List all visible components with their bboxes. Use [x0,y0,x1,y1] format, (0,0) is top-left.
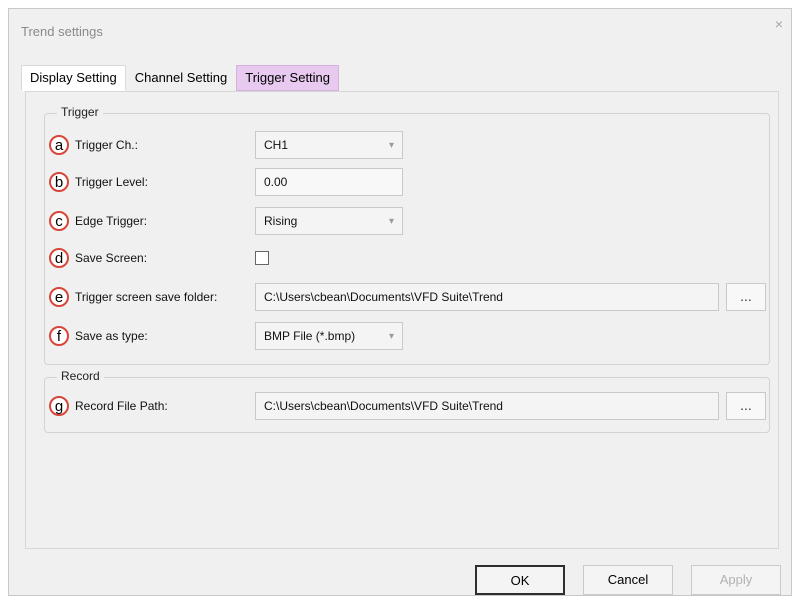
chevron-down-icon: ▾ [388,215,394,227]
trigger-level-row: b Trigger Level: [49,170,148,194]
save-as-type-row: f Save as type: [49,324,148,348]
tab-trigger-setting[interactable]: Trigger Setting [236,65,340,91]
record-path-label: Record File Path: [75,399,168,413]
trigger-level-input[interactable]: 0.00 [255,168,403,196]
trigger-folder-value: C:\Users\cbean\Documents\VFD Suite\Trend [264,290,503,304]
trigger-group-title: Trigger [57,105,103,119]
trigger-folder-label: Trigger screen save folder: [75,290,218,304]
chevron-down-icon: ▾ [388,330,394,342]
record-path-row: g Record File Path: [49,394,168,418]
cancel-button[interactable]: Cancel [583,565,673,595]
save-screen-label: Save Screen: [75,251,148,265]
trigger-ch-value: CH1 [264,138,289,152]
close-icon[interactable]: × [775,17,783,31]
record-group-title: Record [57,369,104,383]
tab-panel: Trigger a Trigger Ch.: CH1 ▾ b Trigger L… [25,91,779,549]
edge-trigger-row: c Edge Trigger: [49,209,147,233]
trigger-level-value: 0.00 [264,175,288,189]
callout-c: c [49,211,69,231]
save-as-type-dropdown[interactable]: BMP File (*.bmp) ▾ [255,322,403,350]
record-path-value: C:\Users\cbean\Documents\VFD Suite\Trend [264,399,503,413]
trigger-ch-dropdown[interactable]: CH1 ▾ [255,131,403,159]
tab-bar: Display Setting Channel Setting Trigger … [21,65,340,91]
record-path-browse-button[interactable]: ... [726,392,766,420]
dialog-title: Trend settings [21,24,103,39]
trigger-ch-row: a Trigger Ch.: [49,133,138,157]
callout-f: f [49,326,69,346]
trigger-folder-row: e Trigger screen save folder: [49,285,217,309]
save-screen-row: d Save Screen: [49,246,147,270]
tab-display-setting[interactable]: Display Setting [21,65,126,91]
trigger-ch-label: Trigger Ch.: [75,138,138,152]
save-screen-checkbox[interactable] [255,251,269,265]
ok-button[interactable]: OK [475,565,565,595]
save-as-type-value: BMP File (*.bmp) [264,329,356,343]
tab-channel-setting[interactable]: Channel Setting [126,65,237,91]
edge-trigger-label: Edge Trigger: [75,214,148,228]
record-path-input[interactable]: C:\Users\cbean\Documents\VFD Suite\Trend [255,392,719,420]
trigger-level-label: Trigger Level: [75,175,148,189]
trigger-group: Trigger [44,105,770,365]
callout-d: d [49,248,69,268]
callout-a: a [49,135,69,155]
callout-g: g [49,396,69,416]
apply-button[interactable]: Apply [691,565,781,595]
chevron-down-icon: ▾ [388,139,394,151]
edge-trigger-dropdown[interactable]: Rising ▾ [255,207,403,235]
trigger-folder-input[interactable]: C:\Users\cbean\Documents\VFD Suite\Trend [255,283,719,311]
trigger-folder-browse-button[interactable]: ... [726,283,766,311]
callout-e: e [49,287,69,307]
edge-trigger-value: Rising [264,214,298,228]
save-as-type-label: Save as type: [75,329,148,343]
callout-b: b [49,172,69,192]
trend-settings-dialog: Trend settings × Display Setting Channel… [8,8,792,596]
